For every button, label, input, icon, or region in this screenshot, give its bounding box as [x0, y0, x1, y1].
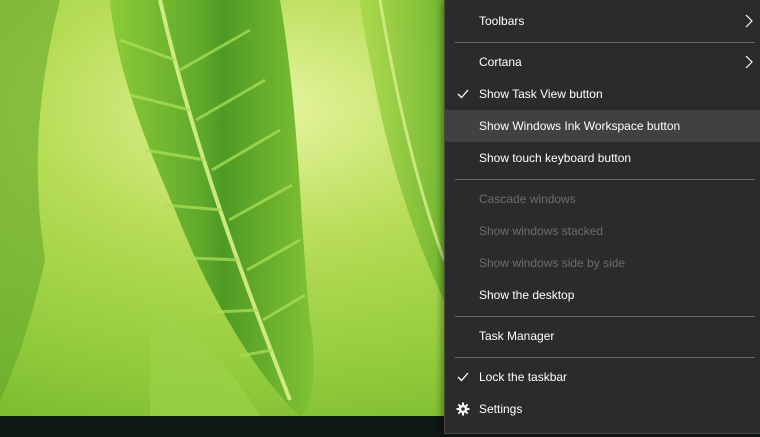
checkmark-icon — [457, 372, 469, 382]
menu-item-label: Show touch keyboard button — [479, 151, 632, 165]
menu-item-label: Lock the taskbar — [479, 370, 568, 384]
menu-item-show-task-view-button[interactable]: Show Task View button — [445, 78, 760, 110]
taskbar-context-menu: Toolbars Cortana Show Task View button S… — [444, 0, 760, 434]
menu-item-label: Show Windows Ink Workspace button — [479, 119, 681, 133]
chevron-right-icon — [745, 55, 753, 69]
menu-item-label: Toolbars — [479, 14, 525, 28]
menu-separator — [455, 316, 755, 317]
menu-separator — [455, 357, 755, 358]
menu-item-show-windows-ink-workspace-button[interactable]: Show Windows Ink Workspace button — [445, 110, 760, 142]
chevron-right-icon — [745, 14, 753, 28]
menu-separator — [455, 42, 755, 43]
menu-item-lock-the-taskbar[interactable]: Lock the taskbar — [445, 361, 760, 393]
menu-item-cascade-windows: Cascade windows — [445, 183, 760, 215]
menu-item-toolbars[interactable]: Toolbars — [445, 5, 760, 37]
menu-item-show-the-desktop[interactable]: Show the desktop — [445, 279, 760, 311]
menu-item-show-touch-keyboard-button[interactable]: Show touch keyboard button — [445, 142, 760, 174]
menu-item-label: Show windows stacked — [479, 224, 604, 238]
desktop-screen: Toolbars Cortana Show Task View button S… — [0, 0, 760, 437]
menu-item-label: Cascade windows — [479, 192, 576, 206]
menu-item-label: Show the desktop — [479, 288, 575, 302]
menu-item-label: Cortana — [479, 55, 522, 69]
gear-icon — [456, 402, 470, 416]
menu-item-settings[interactable]: Settings — [445, 393, 760, 425]
menu-item-label: Show windows side by side — [479, 256, 626, 270]
menu-item-label: Show Task View button — [479, 87, 603, 101]
menu-item-task-manager[interactable]: Task Manager — [445, 320, 760, 352]
menu-item-label: Task Manager — [479, 329, 555, 343]
menu-item-show-windows-stacked: Show windows stacked — [445, 215, 760, 247]
menu-item-show-windows-side-by-side: Show windows side by side — [445, 247, 760, 279]
menu-item-label: Settings — [479, 402, 523, 416]
menu-separator — [455, 179, 755, 180]
menu-item-cortana[interactable]: Cortana — [445, 46, 760, 78]
checkmark-icon — [457, 89, 469, 99]
